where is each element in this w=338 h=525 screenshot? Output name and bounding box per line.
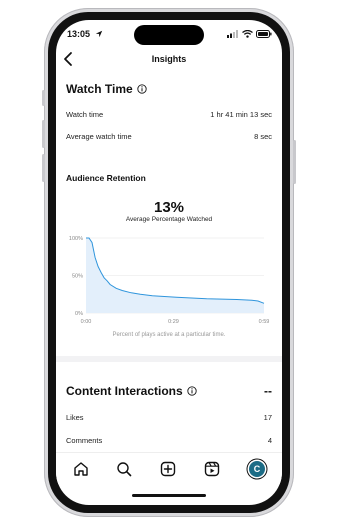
watch-time-value: 1 hr 41 min 13 sec [210, 110, 272, 119]
watch-time-title: Watch Time [66, 82, 133, 96]
volume-up-button [42, 120, 45, 148]
content-interactions-heading: Content Interactions [66, 384, 197, 398]
screen: 13:05 Insights Watch Time Watch time 1 h… [56, 20, 282, 505]
signal-icon [227, 30, 238, 38]
wifi-icon [242, 30, 253, 38]
y-tick-label: 50% [72, 274, 83, 280]
watch-time-label: Watch time [66, 110, 104, 119]
location-arrow-icon [95, 30, 103, 38]
status-icons [227, 30, 272, 38]
section-divider [56, 356, 282, 362]
retention-percent: 13% [153, 199, 185, 216]
y-tick-label: 0% [75, 311, 83, 317]
home-icon[interactable] [73, 461, 89, 477]
profile-avatar[interactable]: C [249, 461, 265, 477]
x-tick-label: 0:59 [259, 319, 270, 325]
audience-retention-title: Audience Retention [66, 173, 146, 183]
watch-time-heading: Watch Time [66, 82, 147, 96]
info-icon[interactable] [187, 386, 197, 396]
search-icon[interactable] [116, 461, 132, 477]
average-watch-time-value: 8 sec [254, 132, 272, 141]
comments-value: 4 [267, 436, 272, 445]
dynamic-island [134, 25, 204, 45]
chart-caption: Percent of plays active at a particular … [112, 332, 226, 338]
home-indicator [132, 494, 206, 497]
nav-header: Insights [56, 48, 282, 72]
x-tick-label: 0:29 [168, 319, 179, 325]
average-watch-time-label: Average watch time [66, 132, 132, 141]
status-bar: 13:05 [56, 20, 282, 48]
power-button [293, 140, 296, 184]
bottom-tab-bar: C [56, 452, 282, 484]
y-tick-label: 100% [69, 236, 83, 242]
likes-label: Likes [66, 413, 84, 422]
create-icon[interactable] [160, 461, 176, 477]
status-time: 13:05 [67, 29, 91, 39]
side-button [42, 90, 45, 106]
content-interactions-title: Content Interactions [66, 384, 183, 398]
x-tick-label: 0:00 [81, 319, 92, 325]
reels-icon[interactable] [204, 461, 220, 477]
likes-value: 17 [263, 413, 272, 422]
comments-label: Comments [66, 436, 103, 445]
volume-down-button [42, 154, 45, 182]
page-title: Insights [151, 54, 187, 64]
content-interactions-value: -- [264, 384, 272, 398]
battery-icon [256, 30, 272, 38]
info-icon[interactable] [137, 84, 147, 94]
retention-percent-caption: Average Percentage Watched [125, 216, 213, 223]
